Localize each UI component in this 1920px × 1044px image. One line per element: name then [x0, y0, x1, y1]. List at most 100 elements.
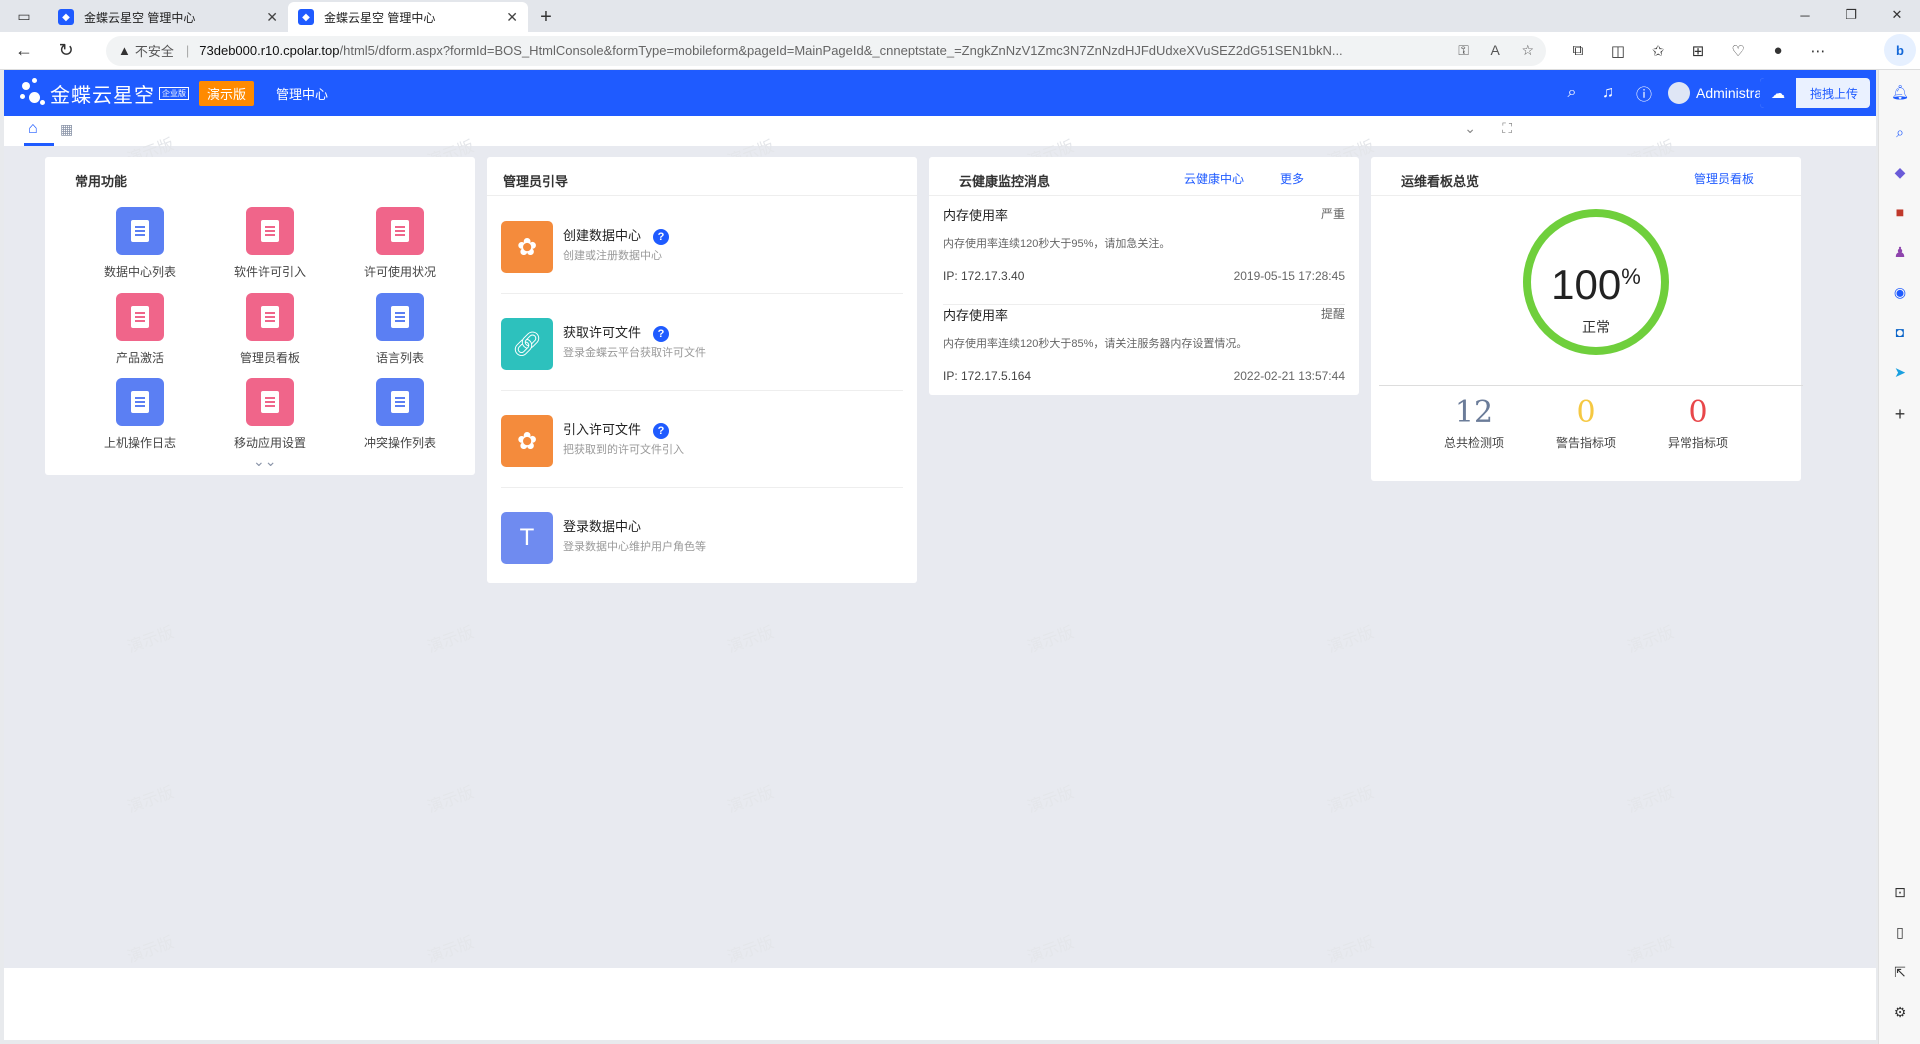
func-mobile-app-settings[interactable]: 移动应用设置 — [220, 378, 320, 451]
send-icon[interactable]: ➤ — [1879, 364, 1920, 381]
split-screen-icon[interactable]: ◫ — [1598, 42, 1638, 60]
user-name[interactable]: Administrator — [1696, 85, 1760, 101]
watermark: 演示版 — [125, 784, 177, 817]
favorite-star-icon[interactable]: ☆ — [1521, 42, 1534, 58]
help-icon[interactable]: ? — [653, 422, 670, 439]
refresh-icon[interactable]: ↻ — [48, 33, 84, 69]
restore-icon[interactable]: ❐ — [1828, 0, 1874, 30]
more-link[interactable]: 更多 — [1280, 170, 1304, 187]
guide-title: 获取许可文件 — [563, 325, 642, 340]
guide-get-license[interactable]: 🔗︎ 获取许可文件? 登录金蝶云平台获取许可文件 — [501, 294, 903, 391]
func-product-activation[interactable]: 产品激活 — [90, 293, 190, 366]
guide-import-license[interactable]: ✿ 引入许可文件? 把获取到的许可文件引入 — [501, 391, 903, 488]
subnav-bar: ⌂ ▦ ⌄ ⛶ — [4, 116, 1876, 146]
warning-icon: ▲ — [118, 43, 131, 58]
copilot-icon[interactable]: b — [1884, 34, 1916, 66]
fullscreen-icon[interactable]: ⛶ — [1502, 120, 1512, 137]
search-icon[interactable]: ⌕ — [1879, 124, 1920, 141]
watermark: 演示版 — [425, 624, 477, 657]
address-bar: ← ↻ ▲ 不安全 | 73deb000.r10.cpolar.top /htm… — [0, 32, 1920, 70]
url-input[interactable]: ▲ 不安全 | 73deb000.r10.cpolar.top /html5/d… — [106, 35, 1546, 66]
back-icon[interactable]: ← — [6, 33, 42, 69]
read-aloud-icon[interactable]: A — [1490, 42, 1499, 58]
browser-tab-2[interactable]: ◆ 金蝶云星空 管理中心 ✕ — [288, 2, 528, 32]
outlook-icon[interactable]: ◘ — [1879, 324, 1920, 340]
more-menu-icon[interactable]: ⋯ — [1798, 42, 1838, 60]
demo-badge: 演示版 — [199, 80, 255, 106]
profile-icon[interactable]: ● — [1758, 42, 1798, 60]
key-icon[interactable]: ⚿ — [1458, 42, 1469, 58]
help-icon[interactable]: ? — [653, 228, 670, 245]
func-admin-dashboard[interactable]: 管理员看板 — [220, 293, 320, 366]
help-icon[interactable]: ⓘ — [1626, 81, 1662, 105]
window-controls: ─ ❐ ✕ — [1782, 0, 1920, 30]
screenshot-icon[interactable]: ⊡ — [1879, 884, 1920, 901]
favorites-icon[interactable]: ✩ — [1638, 42, 1678, 60]
stat-abnormal[interactable]: 0 异常指标项 — [1643, 395, 1753, 451]
func-language-list[interactable]: 语言列表 — [350, 293, 450, 366]
office-icon[interactable]: ◉ — [1879, 284, 1920, 301]
health-message[interactable]: 内存使用率 严重 内存使用率连续120秒大于95%，请加急关注。 IP: 172… — [943, 205, 1345, 305]
msg-time: 2022-02-21 13:57:44 — [1233, 369, 1345, 383]
close-icon[interactable]: ✕ — [506, 9, 518, 26]
avatar[interactable] — [1668, 82, 1690, 104]
browser-tab-1[interactable]: ◆ 金蝶云星空 管理中心 ✕ — [48, 2, 288, 32]
browser-toolbar: ⧉ ◫ ✩ ⊞ ♡ ● ⋯ — [1558, 42, 1838, 60]
tab-actions-icon[interactable]: ▭ — [0, 0, 48, 32]
close-icon[interactable]: ✕ — [266, 9, 278, 26]
window-close-icon[interactable]: ✕ — [1874, 0, 1920, 30]
minimize-icon[interactable]: ─ — [1782, 0, 1828, 30]
admin-guide-card: 管理员引导 ✿ 创建数据中心? 创建或注册数据中心 🔗︎ 获取许可文件? 登录金… — [487, 157, 917, 583]
open-external-icon[interactable]: ⇱ — [1879, 964, 1920, 981]
func-conflict-list[interactable]: 冲突操作列表 — [350, 378, 450, 451]
guide-desc: 登录金蝶云平台获取许可文件 — [563, 347, 706, 359]
divider — [929, 195, 1359, 196]
expand-more-icon[interactable]: ⌄⌄ — [253, 453, 276, 470]
func-license-usage[interactable]: 许可使用状况 — [350, 207, 450, 280]
admin-dashboard-link[interactable]: 管理员看板 — [1694, 170, 1754, 187]
drag-upload-widget[interactable]: ☁ 拖拽上传 — [1760, 78, 1870, 108]
home-icon[interactable]: ⌂ — [28, 120, 38, 138]
shopping-tag-icon[interactable]: ◆ — [1879, 164, 1920, 181]
gauge-value-wrap: 100% — [1521, 261, 1671, 309]
notification-bell-icon[interactable]: ♫ — [1590, 84, 1626, 102]
cloud-health-center-link[interactable]: 云健康中心 — [1184, 170, 1244, 187]
stat-value: 0 — [1576, 395, 1596, 430]
add-sidebar-app-icon[interactable]: + — [1879, 404, 1920, 425]
msg-time: 2019-05-15 17:28:45 — [1233, 269, 1345, 283]
guide-create-data-center[interactable]: ✿ 创建数据中心? 创建或注册数据中心 — [501, 197, 903, 294]
logo-text: 金蝶云星空 — [50, 84, 155, 107]
search-icon[interactable]: ⌕ — [1554, 84, 1590, 102]
stat-warning[interactable]: 0 警告指标项 — [1531, 395, 1641, 451]
help-icon[interactable]: ? — [653, 325, 670, 342]
new-tab-button[interactable]: + — [528, 2, 564, 32]
stat-total[interactable]: 12 总共检测项 — [1419, 395, 1529, 451]
apps-grid-icon[interactable]: ▦ — [60, 121, 73, 138]
msg-title: 内存使用率 — [943, 308, 1009, 323]
func-operation-log[interactable]: 上机操作日志 — [90, 378, 190, 451]
collections-icon[interactable]: ⊞ — [1678, 42, 1718, 60]
stat-value: 12 — [1454, 395, 1494, 430]
sidebar-panel-icon[interactable]: ▯ — [1879, 924, 1920, 941]
guide-title-wrap: 获取许可文件? — [563, 322, 670, 342]
extensions-icon[interactable]: ⧉ — [1558, 42, 1598, 60]
divider — [1379, 385, 1803, 386]
url-path: /html5/dform.aspx?formId=BOS_HtmlConsole… — [339, 43, 1343, 58]
tools-briefcase-icon[interactable]: ■ — [1879, 204, 1920, 220]
notification-bell-icon[interactable]: 🔔︎ — [1879, 84, 1920, 101]
watermark: 演示版 — [725, 624, 777, 657]
performance-icon[interactable]: ♡ — [1718, 42, 1758, 60]
func-license-import[interactable]: 软件许可引入 — [220, 207, 320, 280]
header-actions: ⌕ ♫ ⓘ Administrator ☁ 拖拽上传 — [1554, 70, 1876, 116]
stat-label: 警告指标项 — [1555, 436, 1616, 450]
health-message[interactable]: 内存使用率 提醒 内存使用率连续120秒大于85%，请关注服务器内存设置情况。 … — [943, 305, 1345, 405]
games-icon[interactable]: ♟ — [1879, 244, 1920, 261]
func-data-center-list[interactable]: 数据中心列表 — [90, 207, 190, 280]
watermark: 演示版 — [1325, 934, 1377, 967]
document-icon — [116, 207, 164, 255]
guide-login-data-center[interactable]: T 登录数据中心 登录数据中心维护用户角色等 — [501, 488, 903, 585]
func-label: 数据中心列表 — [103, 265, 176, 279]
func-label: 移动应用设置 — [233, 436, 306, 450]
settings-gear-icon[interactable]: ⚙ — [1879, 1004, 1920, 1021]
collapse-icon[interactable]: ⌄ — [1464, 120, 1476, 137]
